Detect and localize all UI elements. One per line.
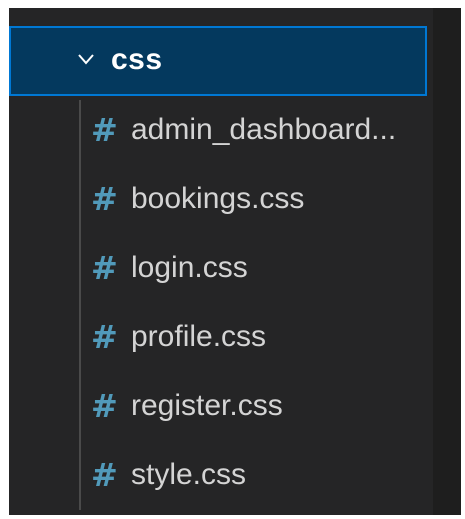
file-item-register[interactable]: # register.css xyxy=(9,372,429,441)
file-name: login.css xyxy=(131,251,248,284)
file-explorer-panel: css # admin_dashboard... # bookings.css … xyxy=(9,8,461,515)
file-item-style[interactable]: # style.css xyxy=(9,441,429,510)
file-item-profile[interactable]: # profile.css xyxy=(9,303,429,372)
file-name: register.css xyxy=(131,389,283,422)
file-name: profile.css xyxy=(131,320,267,353)
file-name: admin_dashboard... xyxy=(131,113,397,146)
file-name: style.css xyxy=(131,458,247,491)
folder-css[interactable]: css xyxy=(9,26,427,96)
css-hash-icon: # xyxy=(91,111,118,149)
editor-edge xyxy=(433,8,461,515)
css-hash-icon: # xyxy=(91,387,118,425)
css-hash-icon: # xyxy=(91,180,118,218)
file-item-login[interactable]: # login.css xyxy=(9,234,429,303)
file-list: # admin_dashboard... # bookings.css # lo… xyxy=(9,96,429,510)
css-hash-icon: # xyxy=(91,249,118,287)
folder-label: css xyxy=(111,43,163,76)
css-hash-icon: # xyxy=(91,318,118,356)
file-name: bookings.css xyxy=(131,182,305,215)
file-item-admin-dashboard[interactable]: # admin_dashboard... xyxy=(9,96,429,165)
css-hash-icon: # xyxy=(91,456,118,494)
file-item-bookings[interactable]: # bookings.css xyxy=(9,165,429,234)
chevron-down-icon[interactable] xyxy=(77,50,95,68)
